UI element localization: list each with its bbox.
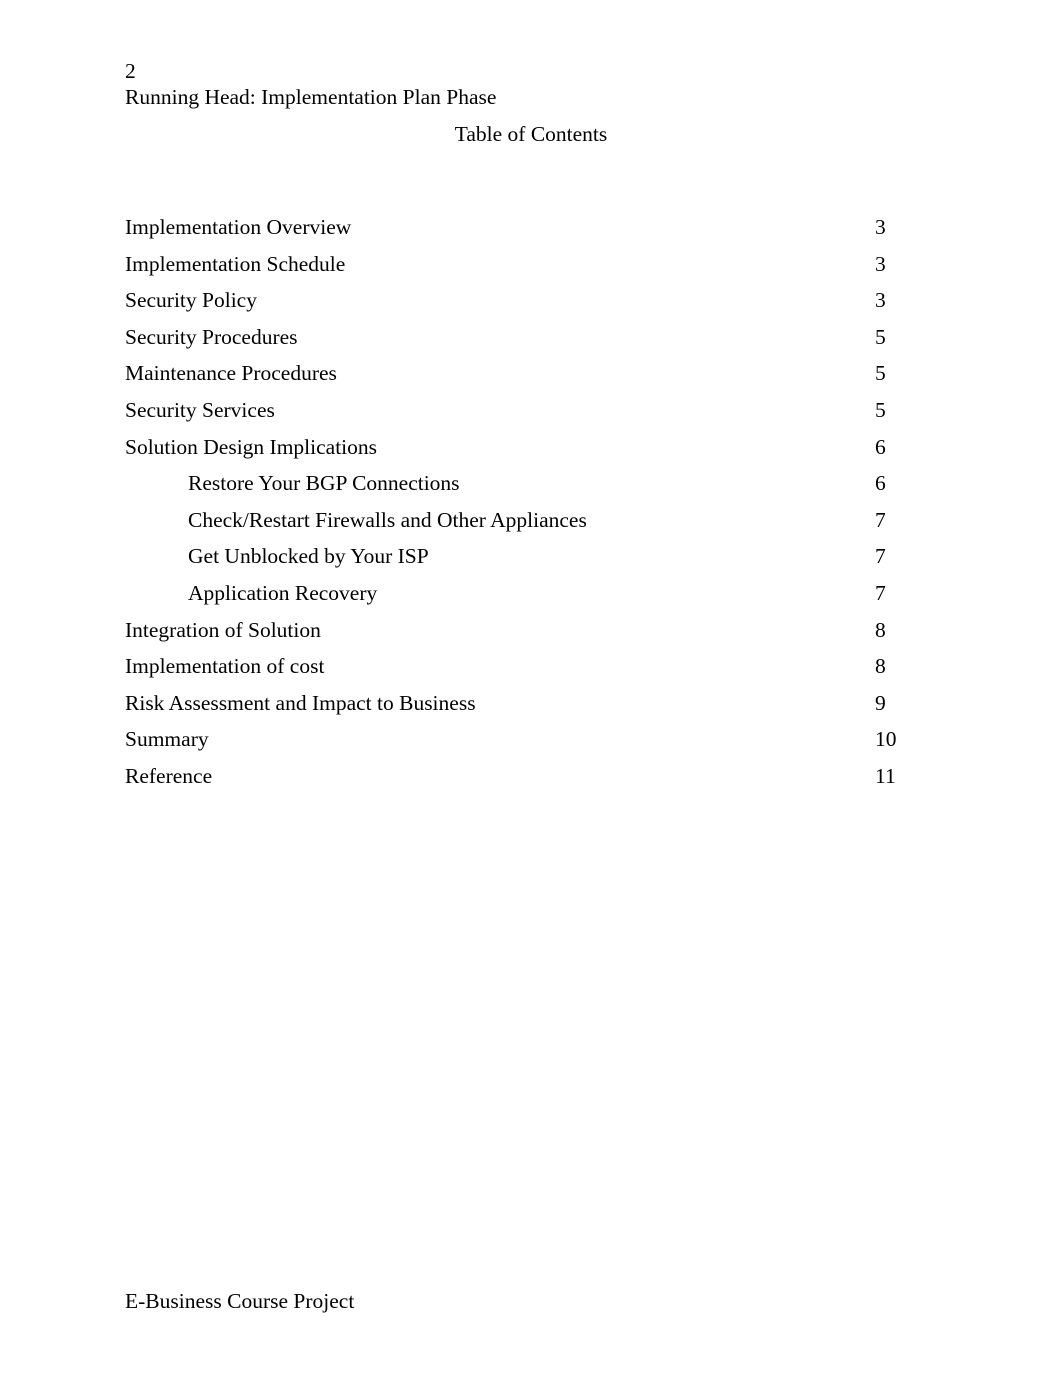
toc-entry-title: Application Recovery xyxy=(188,580,378,605)
toc-entry-title: Implementation Overview xyxy=(125,215,352,239)
toc-entry-title: Restore Your BGP Connections xyxy=(188,471,460,496)
toc-entry-title: Summary xyxy=(125,727,209,752)
toc-entry-title: Reference xyxy=(125,763,213,788)
toc-entry[interactable]: Solution Design Implications 6 xyxy=(125,429,937,466)
toc-entry-page-number: 3 xyxy=(875,251,886,276)
toc-entry-page-number: 8 xyxy=(875,654,886,679)
toc-entry-page-number: 6 xyxy=(875,434,886,459)
toc-entry[interactable]: Implementation Overview 3 xyxy=(125,209,937,246)
toc-entry-title: Integration of Solution xyxy=(125,617,321,642)
running-head: Running Head: Implementation Plan Phase xyxy=(125,85,497,109)
toc-entry-page-number: 7 xyxy=(875,580,886,605)
toc-entry[interactable]: Risk Assessment and Impact to Business 9 xyxy=(125,685,937,722)
toc-entry-title: Security Services xyxy=(125,397,275,422)
toc-entry-title: Risk Assessment and Impact to Business xyxy=(125,690,476,715)
toc-entry-page-number: 5 xyxy=(875,324,886,349)
toc-entry[interactable]: Check/Restart Firewalls and Other Applia… xyxy=(125,502,937,539)
document-body: 2 Running Head: Implementation Plan Phas… xyxy=(125,58,937,795)
toc-entry-title: Maintenance Procedures xyxy=(125,361,337,386)
toc-entry-page-number: 10 xyxy=(875,727,897,752)
toc-entry-page-number: 8 xyxy=(875,617,886,642)
toc-entry[interactable]: Integration of Solution 8 xyxy=(125,612,937,649)
document-page: 2 Running Head: Implementation Plan Phas… xyxy=(0,0,1062,1376)
toc-entry-title: Implementation of cost xyxy=(125,654,325,679)
toc-entry[interactable]: Implementation of cost 8 xyxy=(125,648,937,685)
toc-entry-title: Implementation Schedule xyxy=(125,251,346,276)
toc-entry[interactable]: Implementation Schedule 3 xyxy=(125,246,937,283)
toc-entry-title: Security Policy xyxy=(125,288,257,313)
document-footer: E-Business Course Project xyxy=(125,1289,355,1313)
toc-entry-page-number: 7 xyxy=(875,507,886,532)
toc-entry[interactable]: Restore Your BGP Connections 6 xyxy=(125,465,937,502)
toc-entry-page-number: 9 xyxy=(875,690,886,715)
toc-entry[interactable]: Get Unblocked by Your ISP 7 xyxy=(125,538,937,575)
toc-entry-page-number: 11 xyxy=(875,763,896,788)
toc-entry[interactable]: Application Recovery 7 xyxy=(125,575,937,612)
toc-entry-title: Check/Restart Firewalls and Other Applia… xyxy=(188,507,587,532)
toc-entry-title: Get Unblocked by Your ISP xyxy=(188,544,429,569)
toc-entry-page-number: 3 xyxy=(875,215,886,239)
toc-entry-page-number: 5 xyxy=(875,361,886,386)
toc-entry[interactable]: Reference 11 xyxy=(125,758,937,795)
toc-entry-title: Solution Design Implications xyxy=(125,434,378,459)
toc-entry[interactable]: Security Policy 3 xyxy=(125,282,937,319)
toc-entry-page-number: 5 xyxy=(875,397,886,422)
toc-entry[interactable]: Maintenance Procedures 5 xyxy=(125,355,937,392)
toc-entry-title: Security Procedures xyxy=(125,324,298,349)
toc-entry-page-number: 6 xyxy=(875,471,886,496)
table-of-contents-list: Implementation Overview 3 Implementation S… xyxy=(125,209,937,795)
toc-entry[interactable]: Security Services 5 xyxy=(125,392,937,429)
toc-entry[interactable]: Security Procedures 5 xyxy=(125,319,937,356)
toc-entry-page-number: 3 xyxy=(875,288,886,313)
page-title: Table of Contents xyxy=(454,122,608,146)
toc-entry[interactable]: Summary 10 xyxy=(125,721,937,758)
toc-entry-page-number: 7 xyxy=(875,544,886,569)
page-number: 2 xyxy=(125,59,136,83)
